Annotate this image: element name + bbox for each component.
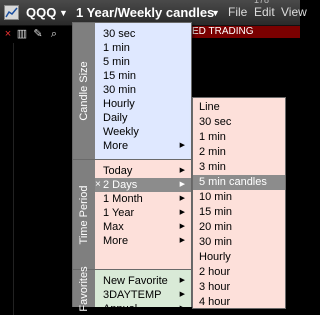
price-readout: 178 (254, 0, 270, 5)
sub-5min-candles[interactable]: 5 min candles (193, 175, 285, 190)
candle-more[interactable]: More ▶ (95, 139, 191, 153)
period-1month[interactable]: 1 Month ▶ (95, 192, 191, 206)
zoom-icon[interactable]: ⌕ (48, 28, 60, 40)
candle-30sec[interactable]: 30 sec (95, 27, 191, 41)
menu-file[interactable]: File (228, 5, 247, 19)
symbol-selector[interactable]: QQQ (26, 5, 56, 20)
chart-app-icon[interactable] (4, 5, 19, 20)
candle-1min[interactable]: 1 min (95, 41, 191, 55)
candle-size-label: Candle Size (73, 23, 95, 159)
status-banner: ED TRADING (190, 26, 300, 38)
candle-5min[interactable]: 5 min (95, 55, 191, 69)
sub-4hour[interactable]: 4 hour (193, 295, 285, 310)
triangle-right-icon: ▶ (179, 167, 185, 174)
candle-weekly[interactable]: Weekly (95, 125, 191, 139)
triangle-right-icon: ▶ (179, 305, 185, 312)
favorite-new[interactable]: New Favorite ▶ (95, 274, 191, 288)
sub-3min[interactable]: 3 min (193, 160, 285, 175)
period-max[interactable]: Max ▶ (95, 220, 191, 234)
triangle-right-icon: ▶ (179, 223, 185, 230)
triangle-right-icon: ▶ (179, 142, 185, 149)
check-mark-icon: × (95, 179, 101, 190)
time-period-label: Time Period (73, 160, 95, 269)
sub-line[interactable]: Line (193, 100, 285, 115)
period-1year[interactable]: 1 Year ▶ (95, 206, 191, 220)
close-icon[interactable]: × (2, 28, 14, 40)
interval-dropdown-icon[interactable]: ▼ (211, 8, 220, 18)
period-today[interactable]: Today ▶ (95, 164, 191, 178)
sub-15min[interactable]: 15 min (193, 205, 285, 220)
time-period-section: Time Period Today ▶ × 2 Days ▶ 1 Month ▶ 1 Y… (73, 159, 191, 269)
favorites-label: Favorites (73, 266, 95, 311)
sub-hourly[interactable]: Hourly (193, 250, 285, 265)
symbol-dropdown-icon[interactable]: ▼ (59, 8, 68, 18)
interval-selector[interactable]: 1 Year/Weekly candles (76, 5, 214, 20)
sub-2hour[interactable]: 2 hour (193, 265, 285, 280)
sub-30sec[interactable]: 30 sec (193, 115, 285, 130)
sub-2min[interactable]: 2 min (193, 145, 285, 160)
sub-30min[interactable]: 30 min (193, 235, 285, 250)
sub-1min[interactable]: 1 min (193, 130, 285, 145)
favorite-3daytemp[interactable]: 3DAYTEMP ▶ (95, 288, 191, 302)
triangle-right-icon: ▶ (179, 291, 185, 298)
interval-submenu: Line 30 sec 1 min 2 min 3 min 5 min cand… (192, 97, 286, 309)
candle-30min[interactable]: 30 min (95, 83, 191, 97)
chart-divider (13, 43, 14, 315)
menu-view[interactable]: View (281, 5, 307, 19)
triangle-right-icon: ▶ (179, 195, 185, 202)
candle-hourly[interactable]: Hourly (95, 97, 191, 111)
triangle-right-icon: ▶ (179, 277, 185, 284)
sub-10min[interactable]: 10 min (193, 190, 285, 205)
period-2days[interactable]: × 2 Days ▶ (95, 178, 191, 192)
layout-icon[interactable]: ▥ (16, 28, 28, 40)
candle-daily[interactable]: Daily (95, 111, 191, 125)
favorite-annual[interactable]: Annual ▶ (95, 302, 191, 315)
sub-3hour[interactable]: 3 hour (193, 280, 285, 295)
draw-tool-icon[interactable]: ✎ (32, 28, 44, 40)
menu-edit[interactable]: Edit (254, 5, 275, 19)
triangle-right-icon: ▶ (179, 209, 185, 216)
favorites-section: Favorites New Favorite ▶ 3DAYTEMP ▶ Annual… (73, 266, 191, 315)
period-more[interactable]: More ▶ (95, 234, 191, 248)
candle-size-section: Candle Size 30 sec 1 min 5 min 15 min 30… (73, 23, 191, 159)
sub-20min[interactable]: 20 min (193, 220, 285, 235)
triangle-right-icon: ▶ (179, 237, 185, 244)
chart-settings-menu: Candle Size 30 sec 1 min 5 min 15 min 30… (72, 22, 192, 315)
candle-15min[interactable]: 15 min (95, 69, 191, 83)
triangle-right-icon: ▶ (179, 181, 185, 188)
